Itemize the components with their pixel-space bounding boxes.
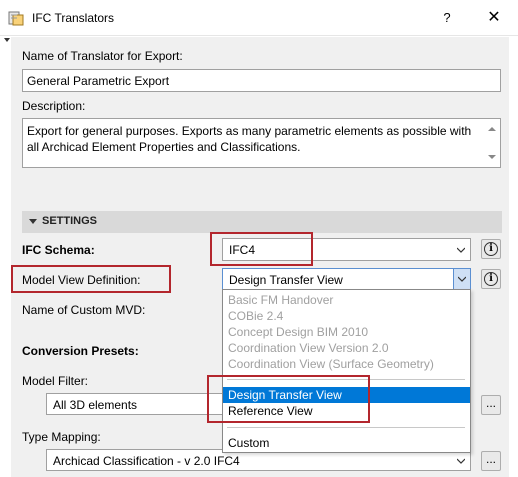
mvd-option-reference-view[interactable]: Reference View (223, 403, 470, 419)
custom-mvd-label: Name of Custom MVD: (22, 303, 146, 317)
conversion-presets-label: Conversion Presets: (22, 344, 139, 358)
settings-section-title: SETTINGS (42, 215, 98, 227)
description-label: Description: (22, 99, 86, 113)
type-mapping-label: Type Mapping: (22, 430, 101, 444)
dropdown-separator (227, 427, 465, 428)
close-button[interactable]: ✕ (483, 9, 505, 27)
collapse-arrow-icon[interactable] (4, 38, 10, 42)
chevron-down-icon (458, 276, 466, 282)
mvd-select[interactable]: Design Transfer View (222, 268, 471, 290)
translator-name-input[interactable]: General Parametric Export (22, 69, 501, 92)
chevron-down-icon (457, 247, 465, 253)
ifc-schema-label: IFC Schema: (22, 243, 95, 257)
info-icon: i (484, 242, 498, 256)
translator-name-value: General Parametric Export (27, 74, 170, 88)
mvd-label: Model View Definition: (22, 273, 141, 287)
title-bar: IFC Translators ? ✕ (0, 0, 518, 36)
dropdown-separator (227, 379, 465, 380)
mvd-info-button[interactable]: i (481, 269, 501, 289)
mvd-value: Design Transfer View (229, 273, 343, 287)
mvd-option-cobie: COBie 2.4 (228, 309, 284, 323)
mvd-dropdown-list: Basic FM Handover COBie 2.4 Concept Desi… (222, 289, 471, 453)
help-button[interactable]: ? (437, 9, 457, 27)
model-filter-select[interactable]: All 3D elements (46, 393, 226, 415)
mvd-option-coordination-view-surface: Coordination View (Surface Geometry) (228, 357, 434, 371)
chevron-down-icon (457, 458, 465, 464)
mvd-dropdown-button[interactable] (453, 269, 470, 289)
ifc-translator-app-icon (8, 11, 24, 26)
ifc-schema-info-button[interactable]: i (481, 239, 501, 259)
mvd-option-design-transfer-view[interactable]: Design Transfer View (223, 387, 470, 403)
section-expand-icon (29, 219, 37, 224)
type-mapping-browse-button[interactable]: ... (481, 451, 501, 471)
model-filter-label: Model Filter: (22, 374, 89, 388)
type-mapping-value: Archicad Classification - v 2.0 IFC4 (53, 454, 240, 468)
translator-name-label: Name of Translator for Export: (22, 49, 183, 63)
description-textarea[interactable]: Export for general purposes. Exports as … (22, 118, 501, 168)
info-icon: i (484, 272, 498, 286)
right-gutter (509, 37, 518, 477)
mvd-option-custom[interactable]: Custom (223, 435, 470, 451)
mvd-option-concept-design: Concept Design BIM 2010 (228, 325, 369, 339)
scroll-down-icon[interactable] (488, 155, 496, 159)
model-filter-browse-button[interactable]: ... (481, 395, 501, 415)
window-title: IFC Translators (32, 11, 115, 25)
model-filter-value: All 3D elements (53, 398, 138, 412)
ifc-schema-value: IFC4 (229, 243, 256, 257)
mvd-option-basic-fm-handover: Basic FM Handover (228, 293, 334, 307)
ifc-schema-select[interactable]: IFC4 (222, 238, 471, 261)
left-gutter (0, 37, 11, 477)
description-scrollbar[interactable] (484, 119, 500, 167)
settings-section-header[interactable]: SETTINGS (22, 211, 502, 233)
scroll-up-icon[interactable] (488, 127, 496, 131)
description-value: Export for general purposes. Exports as … (27, 124, 472, 154)
mvd-option-coordination-view-2: Coordination View Version 2.0 (228, 341, 389, 355)
